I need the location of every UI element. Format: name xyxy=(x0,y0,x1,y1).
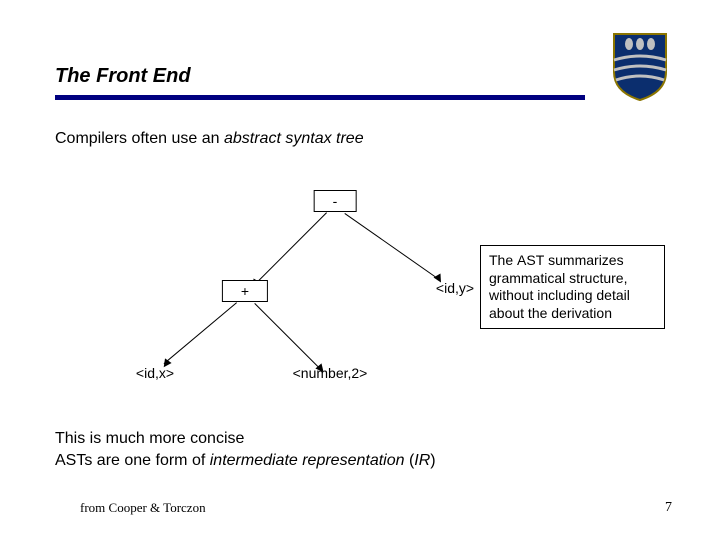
bottom-ir-abbr: IR xyxy=(414,452,430,469)
note-text-a: The xyxy=(489,252,517,268)
subtitle: Compilers often use an abstract syntax t… xyxy=(55,130,364,148)
bottom-text: This is much more concise ASTs are one f… xyxy=(55,428,436,471)
leaf-id-y: <id,y> xyxy=(436,280,474,296)
bottom-line1: This is much more concise xyxy=(55,428,436,450)
note-ast: AST xyxy=(517,252,544,268)
subtitle-text: Compilers often use an xyxy=(55,130,224,147)
bottom-ast: AST xyxy=(55,452,84,469)
leaf-id-x: <id,x> xyxy=(136,365,174,381)
leaf-number-2: <number,2> xyxy=(293,365,368,381)
bottom-2d: ( xyxy=(405,452,415,469)
bottom-ir-full: intermediate representation xyxy=(210,452,405,469)
bottom-2f: ) xyxy=(430,452,435,469)
page-title: The Front End xyxy=(55,65,191,88)
node-minus: - xyxy=(314,190,357,212)
footer-attribution: from Cooper & Torczon xyxy=(80,500,206,516)
shield-logo xyxy=(612,32,668,102)
subtitle-italic: abstract syntax tree xyxy=(224,130,364,147)
title-underline xyxy=(55,95,585,100)
bottom-line2: ASTs are one form of intermediate repres… xyxy=(55,450,436,472)
bottom-2b: s are one form of xyxy=(84,452,209,469)
note-box: The AST summarizes grammatical structure… xyxy=(480,245,665,329)
page-number: 7 xyxy=(665,500,672,516)
node-plus: + xyxy=(222,280,268,302)
